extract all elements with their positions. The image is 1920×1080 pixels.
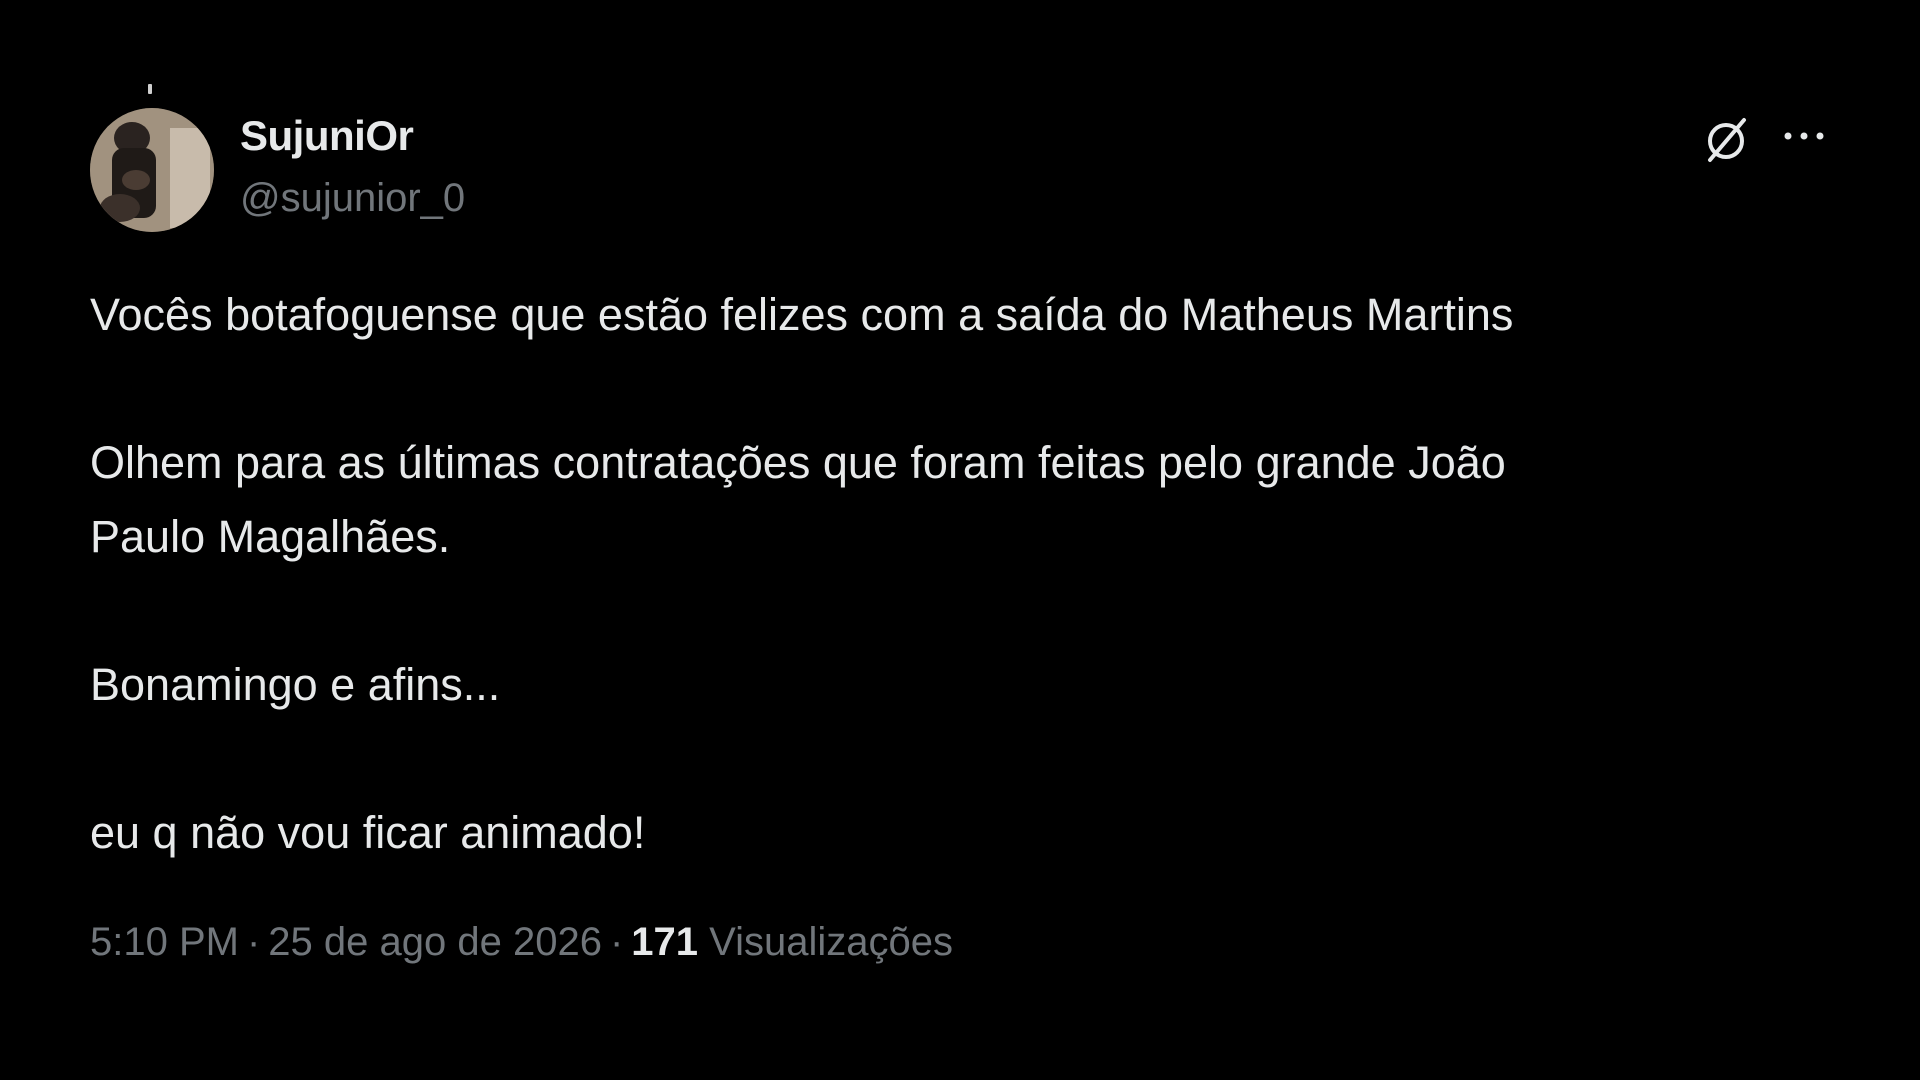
avatar-image	[90, 108, 214, 232]
tweet-card: SujuniOr @sujunior_0 Vocês botafoguense …	[90, 84, 1850, 1000]
avatar[interactable]	[90, 108, 214, 232]
tweet-paragraph: Bonamingo e afins...	[90, 659, 501, 710]
thread-line-mark	[148, 84, 152, 94]
tweet-text: Vocês botafoguense que estão felizes com…	[90, 278, 1850, 870]
author-handle[interactable]: @sujunior_0	[240, 176, 465, 221]
grok-icon[interactable]	[1700, 112, 1754, 166]
tweet-paragraph: eu q não vou ficar animado!	[90, 807, 646, 858]
meta-separator: ·	[246, 920, 261, 964]
tweet-meta: 5:10 PM · 25 de ago de 2026 · 171 Visualizaç…	[90, 920, 953, 965]
meta-separator: ·	[609, 920, 624, 964]
views-count: 171	[631, 920, 699, 964]
tweet-time[interactable]: 5:10 PM	[90, 920, 239, 964]
more-dots-icon[interactable]	[1780, 116, 1828, 156]
tweet-date[interactable]: 25 de ago de 2026	[268, 920, 602, 964]
views-label: Visualizações	[709, 920, 954, 964]
author-display-name[interactable]: SujuniOr	[240, 112, 414, 160]
tweet-paragraph: Vocês botafoguense que estão felizes com…	[90, 289, 1514, 340]
tweet-paragraph: Olhem para as últimas contratações que f…	[90, 437, 1506, 488]
tweet-paragraph: Paulo Magalhães.	[90, 511, 451, 562]
